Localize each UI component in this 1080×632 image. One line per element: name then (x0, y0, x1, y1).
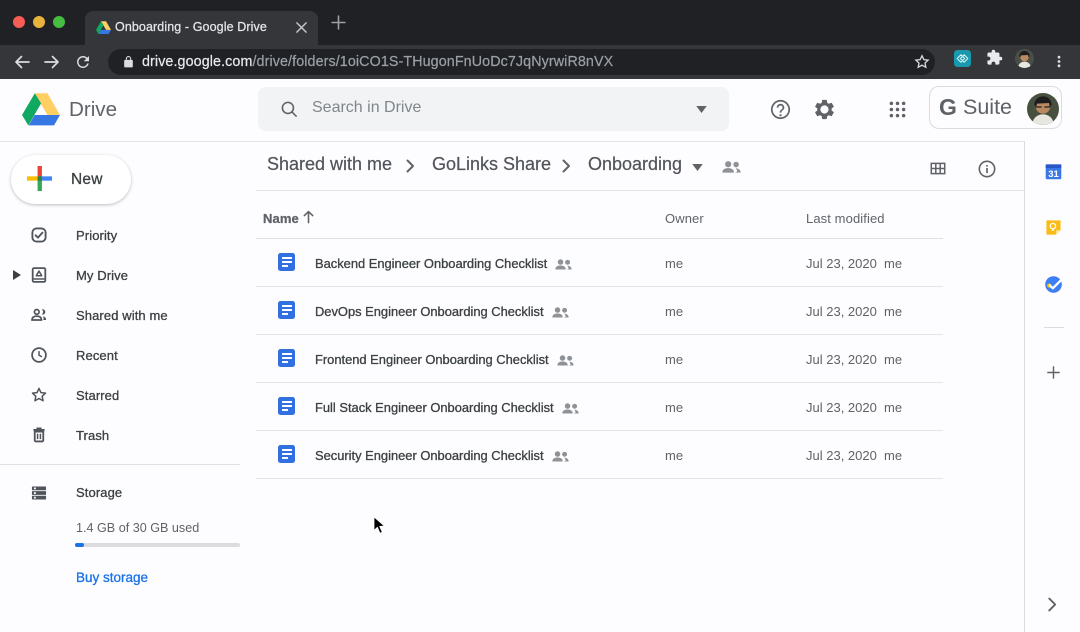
svg-text:31: 31 (1048, 169, 1059, 180)
